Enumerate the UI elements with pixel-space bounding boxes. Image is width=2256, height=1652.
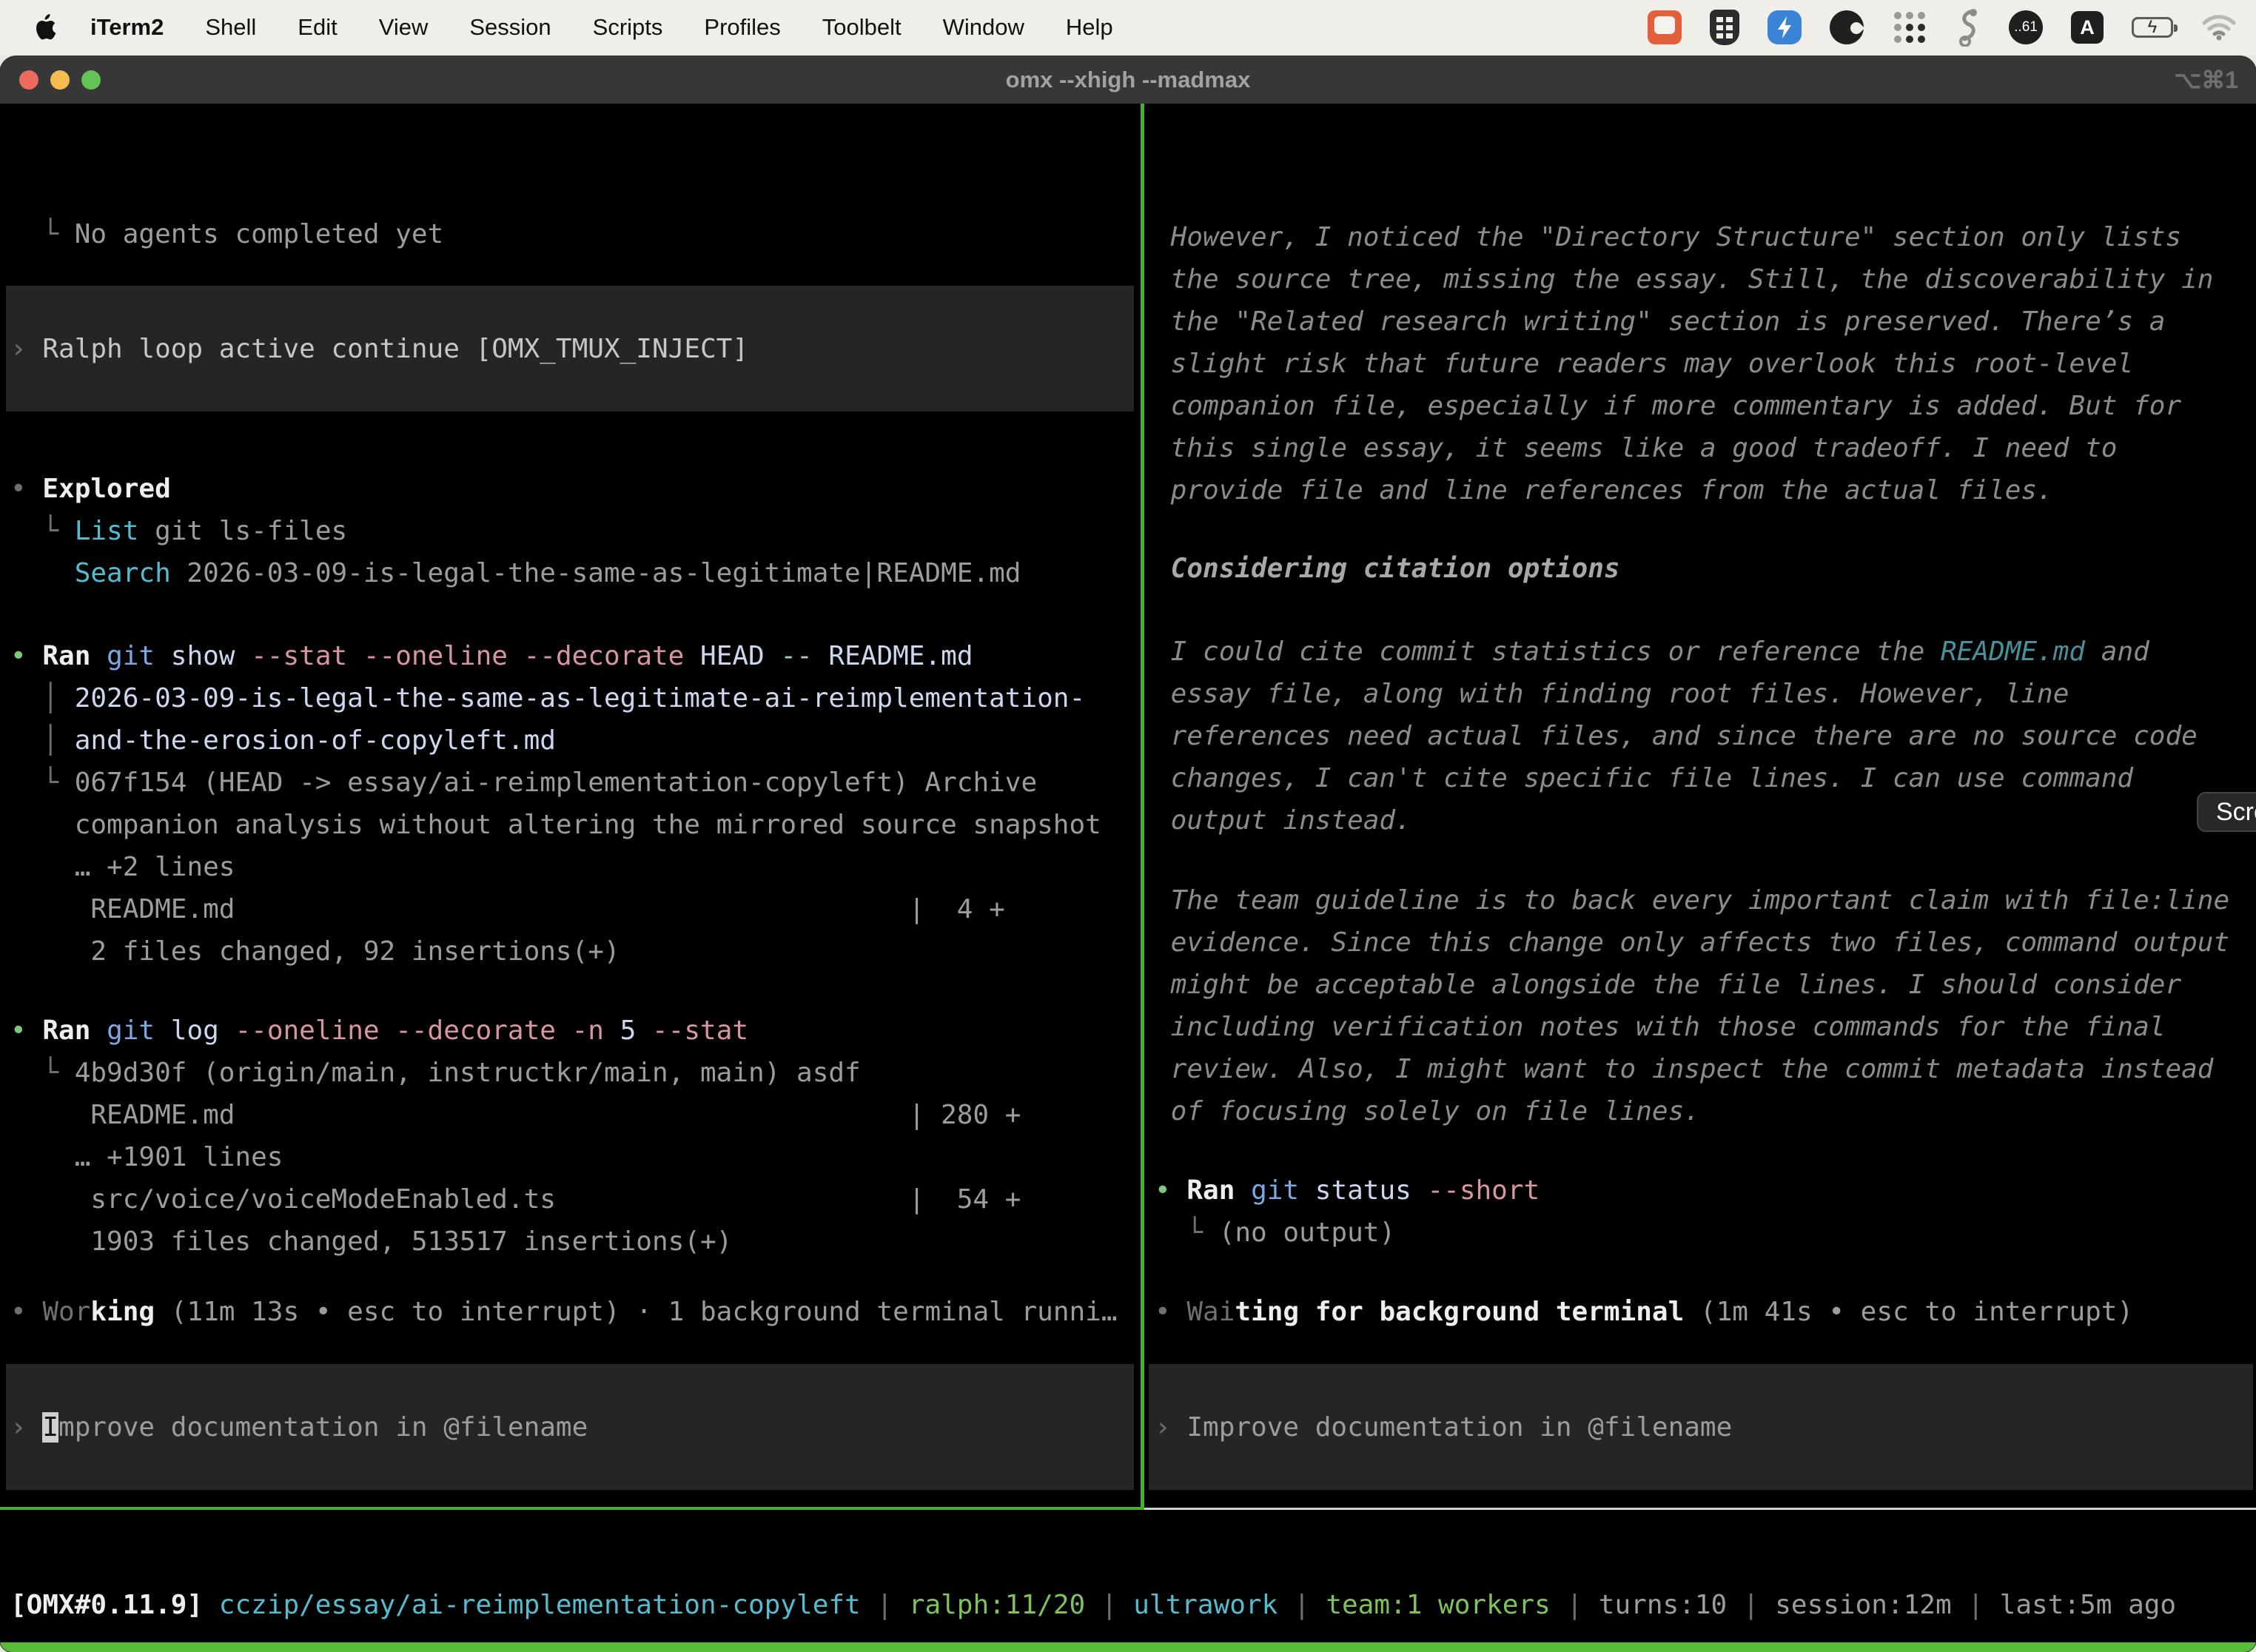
menu-items: iTerm2 Shell Edit View Session Scripts Profile…: [90, 14, 1113, 41]
git-log-output-row: └ 4b9d30f (origin/main, instructkr/main,…: [10, 1052, 861, 1094]
reasoning-text-row: output instead.: [1155, 799, 1411, 842]
reasoning-text-row: The team guideline is to back every impo…: [1155, 879, 2229, 921]
git-show-stat-row: 2 files changed, 92 insertions(+): [10, 930, 620, 973]
working-status-row: • Working (11m 13s • esc to interrupt) ·…: [10, 1291, 1118, 1333]
menu-item-shell[interactable]: Shell: [205, 14, 256, 41]
menu-item-scripts[interactable]: Scripts: [593, 14, 663, 41]
menu-item-profiles[interactable]: Profiles: [704, 14, 780, 41]
reasoning-text-row: slight risk that future readers may over…: [1155, 343, 2133, 385]
screen-tooltip-label: Scre: [2216, 798, 2256, 827]
shield-icon[interactable]: [1710, 10, 1739, 45]
git-show-output-row: └ 067f154 (HEAD -> essay/ai-reimplementa…: [10, 762, 1037, 804]
tmux-status-bar: [omx-cczip0:bash* "MacBook-Pro-44.local"…: [0, 1642, 2256, 1652]
terminal-area: └ No agents completed yet › Ralph loop ac…: [0, 104, 2256, 1652]
reasoning-text-row: companion file, especially if more comme…: [1155, 385, 2181, 427]
pie-icon[interactable]: [1830, 10, 1864, 44]
ralph-inject-row: › Ralph loop active continue [OMX_TMUX_I…: [10, 328, 748, 370]
reasoning-text-row: review. Also, I might want to inspect th…: [1155, 1048, 2213, 1090]
inactive-pane-border: [1144, 1508, 2256, 1510]
waiting-status-row: • Waiting for background terminal (1m 41…: [1155, 1291, 2133, 1333]
reasoning-text-row: including verification notes with those …: [1155, 1006, 2165, 1048]
tmux-pane-right[interactable]: However, I noticed the "Directory Struct…: [1144, 104, 2256, 1507]
apple-menu-icon[interactable]: [31, 14, 61, 41]
ran-git-log-row: • Ran git log --oneline --decorate -n 5 …: [10, 1010, 748, 1052]
prompt-input-row: › Improve documentation in @filename: [1155, 1406, 1732, 1448]
reasoning-text-row: the "Related research writing" section i…: [1155, 300, 2165, 343]
menu-item-help[interactable]: Help: [1066, 14, 1113, 41]
git-show-stat-row: README.md | 4 +: [10, 888, 1005, 930]
prompt-input-row: › Improve documentation in @filename: [10, 1406, 588, 1448]
omx-status-line: [OMX#0.11.9] cczip/essay/ai-reimplementa…: [0, 1539, 2256, 1628]
menu-item-window[interactable]: Window: [943, 14, 1024, 41]
pane-divider-vertical[interactable]: [1141, 104, 1144, 1510]
battery-icon[interactable]: ϟ: [2132, 17, 2173, 38]
window-shortcut: ⌥⌘1: [2174, 66, 2238, 94]
menu-item-iterm2[interactable]: iTerm2: [90, 14, 164, 41]
reasoning-text-row: changes, I can't cite specific file line…: [1155, 757, 2133, 799]
macos-menu-bar: iTerm2 Shell Edit View Session Scripts Profile…: [0, 0, 2256, 55]
reasoning-text-row: essay file, along with finding root file…: [1155, 673, 2069, 715]
git-log-stat-row: src/voice/voiceModeEnabled.ts | 54 +: [10, 1178, 1021, 1220]
menu-item-toolbelt[interactable]: Toolbelt: [822, 14, 902, 41]
reasoning-text-row: might be acceptable alongside the file l…: [1155, 964, 2181, 1006]
reasoning-text-row: provide file and line references from th…: [1155, 469, 2053, 511]
menu-item-session[interactable]: Session: [469, 14, 551, 41]
ran-git-status-row: • Ran git status --short: [1155, 1169, 1540, 1212]
git-show-output-row: … +2 lines: [10, 846, 235, 888]
model-status-row: gpt-5.4 xhigh · 96% left · 520K in · 5.8…: [1155, 1501, 2246, 1507]
model-status-row: gpt-5.4 xhigh · main · 91% left · 2.31M …: [10, 1501, 1118, 1507]
lightning-badge-icon[interactable]: [1767, 10, 1802, 44]
keyboard-layout-icon[interactable]: A: [2071, 11, 2104, 44]
s-curve-icon[interactable]: [1955, 8, 1981, 47]
reasoning-heading-row: Considering citation options: [1155, 548, 1620, 590]
tmux-pane-left[interactable]: └ No agents completed yet › Ralph loop ac…: [0, 104, 1141, 1507]
git-show-arg-row: │ 2026-03-09-is-legal-the-same-as-legiti…: [10, 677, 1085, 719]
window-title-bar: omx --xhigh --madmax ⌥⌘1: [0, 56, 2256, 104]
explored-list-row: └ List git ls-files: [10, 510, 347, 552]
explored-header-row: • Explored: [10, 468, 171, 510]
git-log-stat-row: 1903 files changed, 513517 insertions(+): [10, 1220, 732, 1263]
active-pane-border: [0, 1507, 1144, 1510]
dots-grid-icon[interactable]: [1892, 10, 1927, 45]
menu-status-icons: ..61 A ϟ: [1648, 0, 2237, 55]
window-title: omx --xhigh --madmax: [0, 67, 2256, 93]
git-status-output-row: └ (no output): [1155, 1212, 1395, 1254]
menu-item-edit[interactable]: Edit: [298, 14, 337, 41]
battery-percent-badge-icon[interactable]: ..61: [2009, 10, 2043, 44]
reasoning-text-row: references need actual files, and since …: [1155, 715, 2198, 757]
reasoning-text-row: the source tree, missing the essay. Stil…: [1155, 258, 2213, 300]
omx-status-row: [OMX#0.11.9] cczip/essay/ai-reimplementa…: [10, 1584, 2176, 1626]
reasoning-text-row: evidence. Since this change only affects…: [1155, 921, 2229, 964]
ran-git-show-row: • Ran git show --stat --oneline --decora…: [10, 635, 973, 677]
reasoning-text-row: of focusing solely on file lines.: [1155, 1090, 1700, 1132]
reasoning-text-row: I could cite commit statistics or refere…: [1155, 631, 2149, 673]
menu-item-view[interactable]: View: [379, 14, 429, 41]
screen-tooltip: Scre: [2197, 792, 2256, 832]
reasoning-text-row: However, I noticed the "Directory Struct…: [1155, 216, 2181, 258]
git-show-arg-row: │ and-the-erosion-of-copyleft.md: [10, 719, 556, 762]
wifi-icon[interactable]: [2201, 14, 2237, 41]
explored-search-row: Search 2026-03-09-is-legal-the-same-as-l…: [10, 552, 1021, 594]
git-log-stat-row: README.md | 280 +: [10, 1094, 1021, 1136]
agents-note-row: └ No agents completed yet: [10, 213, 443, 255]
git-show-output-row: companion analysis without altering the …: [10, 804, 1101, 846]
iterm2-window: omx --xhigh --madmax ⌥⌘1 └ No agents com…: [0, 56, 2256, 1652]
reasoning-text-row: this single essay, it seems like a good …: [1155, 427, 2117, 469]
git-log-stat-row: … +1901 lines: [10, 1136, 283, 1178]
chat-icon[interactable]: [1648, 10, 1682, 44]
